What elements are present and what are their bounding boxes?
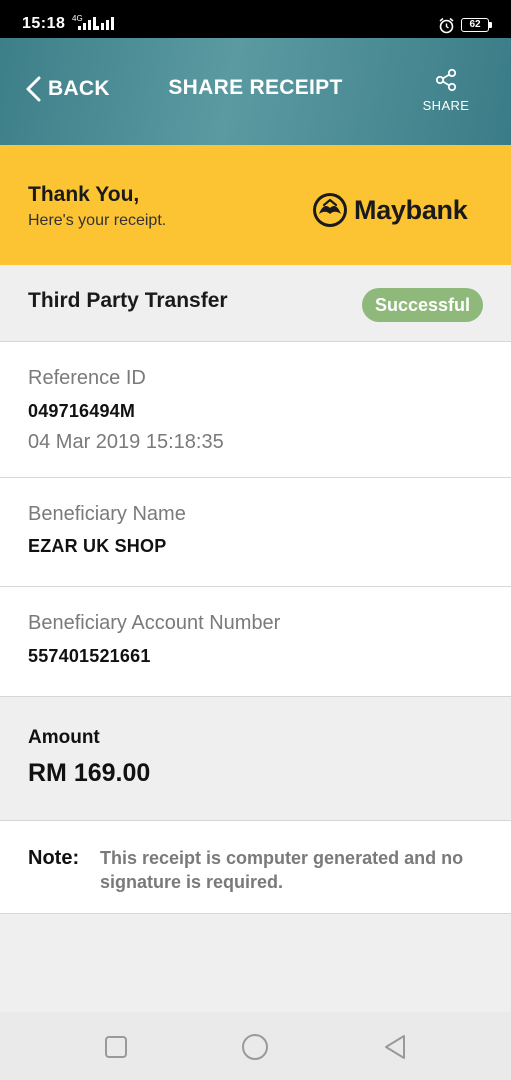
reference-label: Reference ID — [28, 367, 146, 389]
account-label: Beneficiary Account Number — [28, 612, 281, 634]
reference-section: Reference ID 049716494M 04 Mar 2019 15:1… — [0, 342, 511, 478]
beneficiary-label: Beneficiary Name — [28, 503, 186, 525]
transaction-type: Third Party Transfer — [28, 289, 228, 312]
status-time: 15:18 — [22, 15, 66, 32]
chevron-left-icon — [26, 76, 41, 102]
back-button[interactable]: BACK — [24, 74, 110, 104]
maybank-logo-text: Maybank — [354, 194, 468, 225]
thank-you-subtitle: Here's your receipt. — [28, 212, 167, 229]
status-badge: Successful — [362, 288, 483, 322]
maybank-logo: Maybank — [312, 192, 468, 228]
battery-level: 62 — [469, 19, 481, 30]
share-button[interactable]: SHARE — [416, 68, 476, 116]
amount-label: Amount — [28, 727, 100, 748]
reference-value: 049716494M — [28, 401, 136, 421]
note-text: This receipt is computer generated and n… — [100, 848, 464, 892]
share-label: SHARE — [422, 98, 470, 113]
system-nav-bar — [0, 1012, 511, 1080]
thank-you-title: Thank You, — [28, 183, 140, 206]
transaction-datetime: 04 Mar 2019 15:18:35 — [28, 431, 224, 453]
battery-indicator: 62 — [461, 18, 492, 32]
maybank-emblem-icon — [313, 193, 347, 227]
transaction-row: Third Party Transfer Successful — [0, 265, 511, 342]
note-label: Note: — [28, 847, 80, 869]
signal-icon — [96, 17, 114, 30]
status-bar: 15:18 4G 62 — [0, 0, 511, 38]
alarm-icon — [439, 17, 454, 34]
account-section: Beneficiary Account Number 557401521661 — [0, 587, 511, 697]
thank-you-banner: Thank You, Here's your receipt. Maybank — [0, 145, 511, 265]
note-section: Note: This receipt is computer generated… — [0, 821, 511, 914]
beneficiary-section: Beneficiary Name EZAR UK SHOP — [0, 478, 511, 587]
square-nav-icon[interactable] — [101, 1032, 131, 1062]
account-value: 557401521661 — [28, 646, 151, 666]
circle-nav-icon[interactable] — [240, 1032, 270, 1062]
amount-section: Amount RM 169.00 — [0, 697, 511, 821]
back-label: BACK — [48, 77, 110, 100]
amount-value: RM 169.00 — [28, 759, 151, 787]
app-header: BACK SHARE RECEIPT SHARE — [0, 38, 511, 145]
share-icon — [435, 68, 457, 92]
triangle-nav-icon[interactable] — [380, 1032, 410, 1062]
beneficiary-value: EZAR UK SHOP — [28, 536, 167, 556]
